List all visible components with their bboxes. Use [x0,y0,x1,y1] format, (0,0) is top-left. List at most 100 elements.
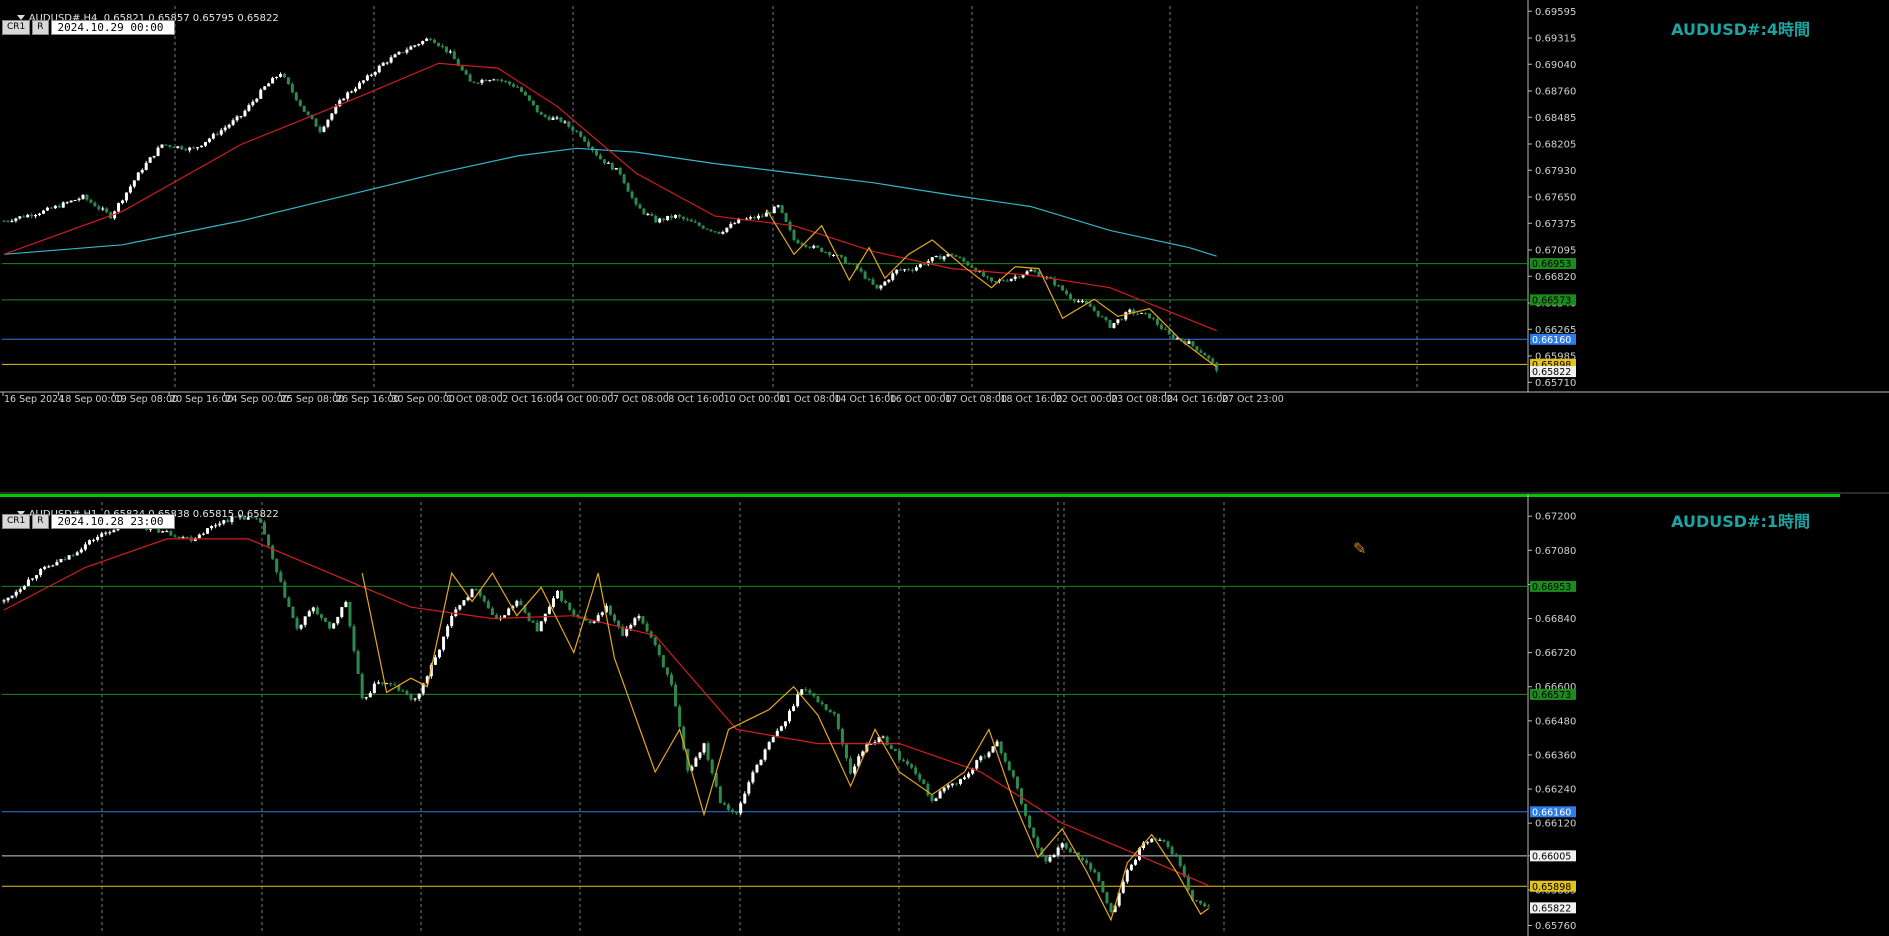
h4-candle-body [986,276,990,278]
cr1-button[interactable]: CR1 [2,514,31,529]
h4-candle-body [1080,301,1084,303]
h1-price-label: 0.66720 [1535,648,1576,659]
h1-candle-body [35,575,39,579]
h1-chart-canvas[interactable]: 0.672000.670800.669600.668400.667200.666… [0,494,1889,936]
h4-price-label: 0.69040 [1535,60,1576,71]
h1-candle-body [393,684,397,686]
h1-candle-body [836,713,840,729]
h4-candle-body [634,197,638,205]
h4-candle-body [1001,280,1005,282]
h4-candle-body [433,39,437,44]
h4-fast-moving-average [3,62,1217,332]
h4-candle-body [282,74,286,78]
h4-candle-body [472,81,476,83]
h1-candle-body [43,566,47,570]
h4-candle-body [567,121,571,127]
h4-candle-body [662,218,666,221]
h4-candle-body [571,126,575,131]
h1-candle-body [535,622,539,632]
h4-candle-body [132,180,136,187]
h1-candle-body [1007,761,1011,771]
h1-candle-body [608,605,612,615]
h1-candle-body [963,777,967,780]
h4-candle-body [693,221,697,223]
h1-candle-body [564,600,568,603]
h4-candle-body [990,277,993,282]
h1-candle-body [177,536,181,539]
h4-time-label: 18 Oct 16:00 [1000,394,1062,405]
h4-candle-body [808,246,812,248]
h4-candle-body [144,162,148,170]
h4-candle-body [267,83,271,87]
h4-chart-pane[interactable]: 0.69595 0.69315 0.69040 0.68760 0.68485 0.682… [0,0,1889,492]
h1-candle-body [1125,870,1129,882]
h4-candle-body [365,75,369,81]
h4-candle-body [184,149,188,151]
h1-candle-body [295,618,299,629]
h1-candle-body [1166,841,1170,848]
h4-candle-body [780,205,784,213]
h4-candle-body [709,229,713,232]
h4-candle-body [448,51,452,53]
h1-candle-body [161,531,165,533]
h1-candle-body [482,595,486,602]
h4-candle-body [1151,318,1155,320]
h1-candle-body [104,532,108,534]
h1-candle-body [950,783,954,786]
cr1-button[interactable]: CR1 [2,20,31,35]
h4-candle-body [373,72,377,75]
h4-candle-body [958,256,962,259]
h4-time-label: 17 Oct 08:00 [945,394,1007,405]
h4-candle-body [575,130,579,132]
h4-candle-body [1088,303,1092,307]
h1-candle-body [169,531,173,536]
h4-candle-body [496,79,500,81]
h1-date-box[interactable]: 2024.10.28 23:00 [50,514,175,529]
h4-candle-body [760,215,764,217]
h1-chart-pane[interactable]: 0.672000.670800.669600.668400.667200.666… [0,494,1889,936]
h1-candle-body [995,741,999,747]
h4-level-tag-text: 0.66953 [1532,259,1571,270]
h1-candle-body [291,606,295,619]
h4-candle-body [626,183,630,192]
h1-candle-body [914,767,918,774]
h4-candle-body [602,159,606,164]
h1-candle-body [804,689,808,691]
h1-candle-body [324,617,328,622]
h4-candle-body [812,245,816,248]
h1-candle-body [315,607,319,615]
h1-candle-body [381,682,385,684]
h1-candle-body [6,597,10,601]
h1-candle-body [800,689,804,695]
h1-candle-body [661,655,665,668]
h4-candle-body [235,116,239,121]
h1-zigzag-line [361,571,1210,922]
h1-candle-body [1146,842,1150,844]
h4-candle-body [1092,306,1096,311]
h1-candle-body [828,709,832,713]
h4-candle-body [934,255,938,258]
h4-candle-body [444,46,448,53]
h1-candle-body [820,702,824,705]
h4-candle-body [168,145,172,147]
h1-candle-body [405,690,409,695]
h1-candle-body [1101,881,1105,893]
h4-candle-body [1033,269,1037,272]
h4-candle-body [1148,313,1151,319]
h4-candle-body [1072,298,1076,302]
h1-candle-body [893,749,897,752]
h1-candle-body [1064,843,1068,849]
h4-candle-body [756,215,760,219]
h4-candle-body [452,51,456,60]
h4-chart-canvas[interactable]: 0.69595 0.69315 0.69040 0.68760 0.68485 0.682… [0,0,1889,492]
h1-candle-body [348,601,352,627]
h4-candle-body [1191,341,1195,347]
h4-candle-body [1140,312,1144,314]
h4-candle-body [61,202,65,208]
r-button[interactable]: R [32,20,49,35]
h4-date-box[interactable]: 2024.10.29 00:00 [50,20,175,35]
h4-candle-body [377,65,381,73]
h4-candle-body [290,84,294,93]
h1-candle-body [474,589,478,591]
r-button[interactable]: R [32,514,49,529]
